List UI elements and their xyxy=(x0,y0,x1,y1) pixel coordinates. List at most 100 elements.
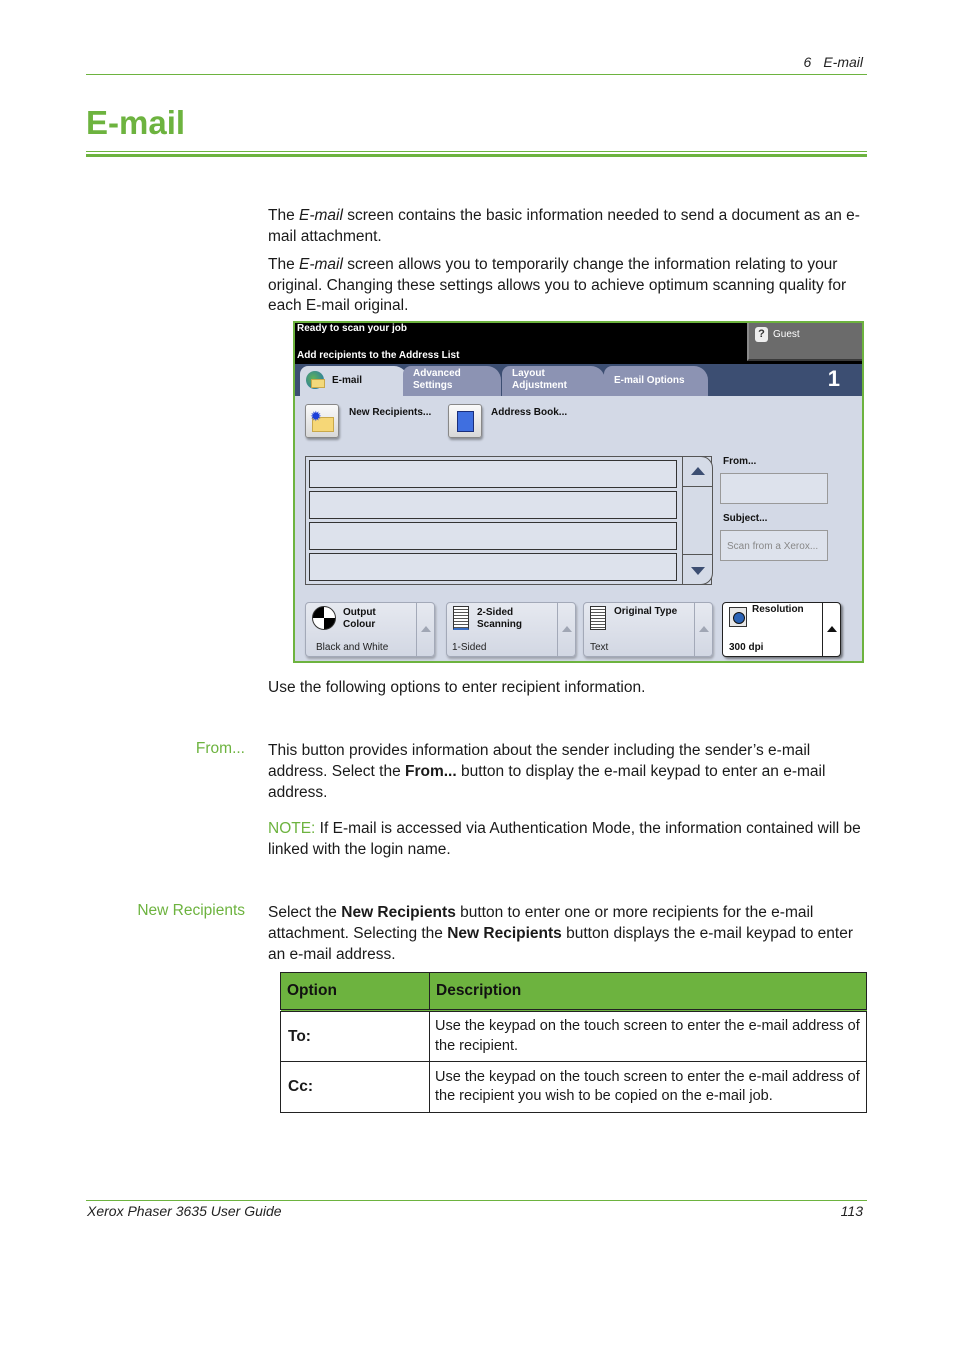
chapter-number: 6 xyxy=(803,54,812,70)
subject-field[interactable]: Scan from a Xerox... xyxy=(720,530,828,561)
two-sided-document-icon xyxy=(453,606,469,630)
address-book-button[interactable] xyxy=(448,404,482,438)
option-value: 300 dpi xyxy=(729,642,764,653)
envelope-icon xyxy=(311,379,325,388)
table-header-row: Option Description xyxy=(280,972,867,1011)
bold-term: From... xyxy=(405,763,457,780)
from-label[interactable]: From... xyxy=(723,456,756,467)
original-type-button[interactable]: Original Type Text xyxy=(583,602,713,657)
device-status-bar: Ready to scan your job Add recipients to… xyxy=(295,323,862,364)
column-header-description: Description xyxy=(429,972,867,1011)
option-title: Resolution xyxy=(752,604,804,615)
arrow-up-icon xyxy=(562,626,572,632)
note-label: NOTE: xyxy=(268,820,316,837)
page-title: E-mail xyxy=(86,104,186,141)
tab-email[interactable]: E-mail xyxy=(300,366,408,396)
title-rule-thick xyxy=(86,154,867,157)
title-rule-thin xyxy=(86,151,867,152)
option-title: 2-Sided Scanning xyxy=(477,607,522,631)
text: Select the xyxy=(268,904,342,921)
tab-label-line1: Layout xyxy=(512,368,545,379)
tab-layout-adjustment[interactable]: Layout Adjustment xyxy=(502,366,605,396)
option-expand-arrow[interactable] xyxy=(822,603,840,656)
arrow-up-icon xyxy=(699,626,709,632)
option-value: Black and White xyxy=(316,642,389,653)
tab-label-line2: Settings xyxy=(413,380,453,391)
new-star-icon: ✹ xyxy=(310,408,322,424)
address-book-icon xyxy=(457,411,474,432)
guide-title: Xerox Phaser 3635 User Guide xyxy=(87,1203,282,1219)
colour-pie-icon xyxy=(312,606,336,630)
subject-label[interactable]: Subject... xyxy=(723,513,767,524)
description-cell: Use the keypad on the touch screen to en… xyxy=(429,1010,867,1062)
option-value: Text xyxy=(590,642,609,653)
output-colour-button[interactable]: Output Colour Black and White xyxy=(305,602,435,657)
arrow-down-icon xyxy=(691,567,705,575)
new-recipients-label[interactable]: New Recipients... xyxy=(349,407,431,418)
column-header-option: Option xyxy=(280,972,430,1011)
header-rule xyxy=(86,74,867,75)
option-expand-arrow[interactable] xyxy=(416,603,434,656)
text: screen allows you to temporarily change … xyxy=(268,256,847,314)
page-count: 1 xyxy=(827,366,840,391)
instruction-message: Add recipients to the Address List xyxy=(297,350,460,361)
tab-label: E-mail xyxy=(332,375,363,386)
resolution-button[interactable]: Resolution 300 dpi xyxy=(722,602,841,657)
text: screen contains the basic information ne… xyxy=(268,207,860,245)
tab-advanced-settings[interactable]: Advanced Settings xyxy=(403,366,501,396)
option-expand-arrow[interactable] xyxy=(557,603,575,656)
recipient-row[interactable] xyxy=(309,491,677,519)
after-screen-text: Use the following options to enter recip… xyxy=(268,679,646,696)
section-label-from: From... xyxy=(195,740,245,757)
arrow-up-icon xyxy=(827,626,837,632)
new-recipients-button[interactable]: ✹ xyxy=(305,404,339,438)
option-value: 1-Sided xyxy=(452,642,487,653)
guest-button[interactable]: ? Guest xyxy=(747,323,862,361)
arrow-up-icon xyxy=(421,626,431,632)
scroll-up-button[interactable] xyxy=(683,457,712,487)
recipient-row[interactable] xyxy=(309,460,677,488)
from-note: NOTE: If E-mail is accessed via Authenti… xyxy=(268,819,868,860)
text: The xyxy=(268,256,300,273)
device-tab-bar: E-mail Advanced Settings Layout Adjustme… xyxy=(295,364,862,396)
section-label-new-recipients: New Recipients xyxy=(137,902,245,919)
note-text: If E-mail is accessed via Authentication… xyxy=(268,820,861,858)
help-lock-icon: ? xyxy=(755,327,768,342)
bold-term: New Recipients xyxy=(341,904,456,921)
options-table: Option Description To: Use the keypad on… xyxy=(280,972,867,1113)
from-field[interactable] xyxy=(720,473,828,504)
emphasis: E-mail xyxy=(299,256,343,273)
chapter-title: E-mail xyxy=(823,54,863,70)
recipient-list xyxy=(305,456,713,585)
table-row: To: Use the keypad on the touch screen t… xyxy=(280,1010,867,1062)
scroll-down-button[interactable] xyxy=(683,554,712,584)
text-document-icon xyxy=(590,606,606,630)
title-line: Scanning xyxy=(477,619,523,630)
from-description: This button provides information about t… xyxy=(268,740,868,803)
emphasis: E-mail xyxy=(299,207,343,224)
option-expand-arrow[interactable] xyxy=(694,603,712,656)
recipient-row[interactable] xyxy=(309,522,677,550)
new-recipients-description: Select the New Recipients button to ente… xyxy=(268,902,868,965)
option-cell: Cc: xyxy=(280,1061,430,1113)
footer-rule xyxy=(86,1200,867,1201)
recipient-row[interactable] xyxy=(309,553,677,581)
tab-label-line2: Adjustment xyxy=(512,380,567,391)
option-title: Original Type xyxy=(614,606,678,617)
option-title: Output Colour xyxy=(343,607,376,631)
page-number: 113 xyxy=(840,1203,863,1219)
table-row: Cc: Use the keypad on the touch screen t… xyxy=(280,1061,867,1113)
running-header: 6 E-mail xyxy=(804,54,863,70)
address-book-label[interactable]: Address Book... xyxy=(491,407,567,418)
option-cell: To: xyxy=(280,1010,430,1062)
two-sided-scanning-button[interactable]: 2-Sided Scanning 1-Sided xyxy=(446,602,576,657)
intro-paragraph-2: The E-mail screen allows you to temporar… xyxy=(268,255,868,317)
tab-email-options[interactable]: E-mail Options xyxy=(604,366,708,396)
title-line: 2-Sided xyxy=(477,607,514,618)
magnifier-icon xyxy=(729,607,747,627)
status-message: Ready to scan your job xyxy=(297,323,408,334)
recipient-scrollbar[interactable] xyxy=(682,456,713,585)
title-line: Colour xyxy=(343,619,376,630)
device-screen-screenshot: Ready to scan your job Add recipients to… xyxy=(293,321,864,663)
guest-label: Guest xyxy=(773,329,800,340)
